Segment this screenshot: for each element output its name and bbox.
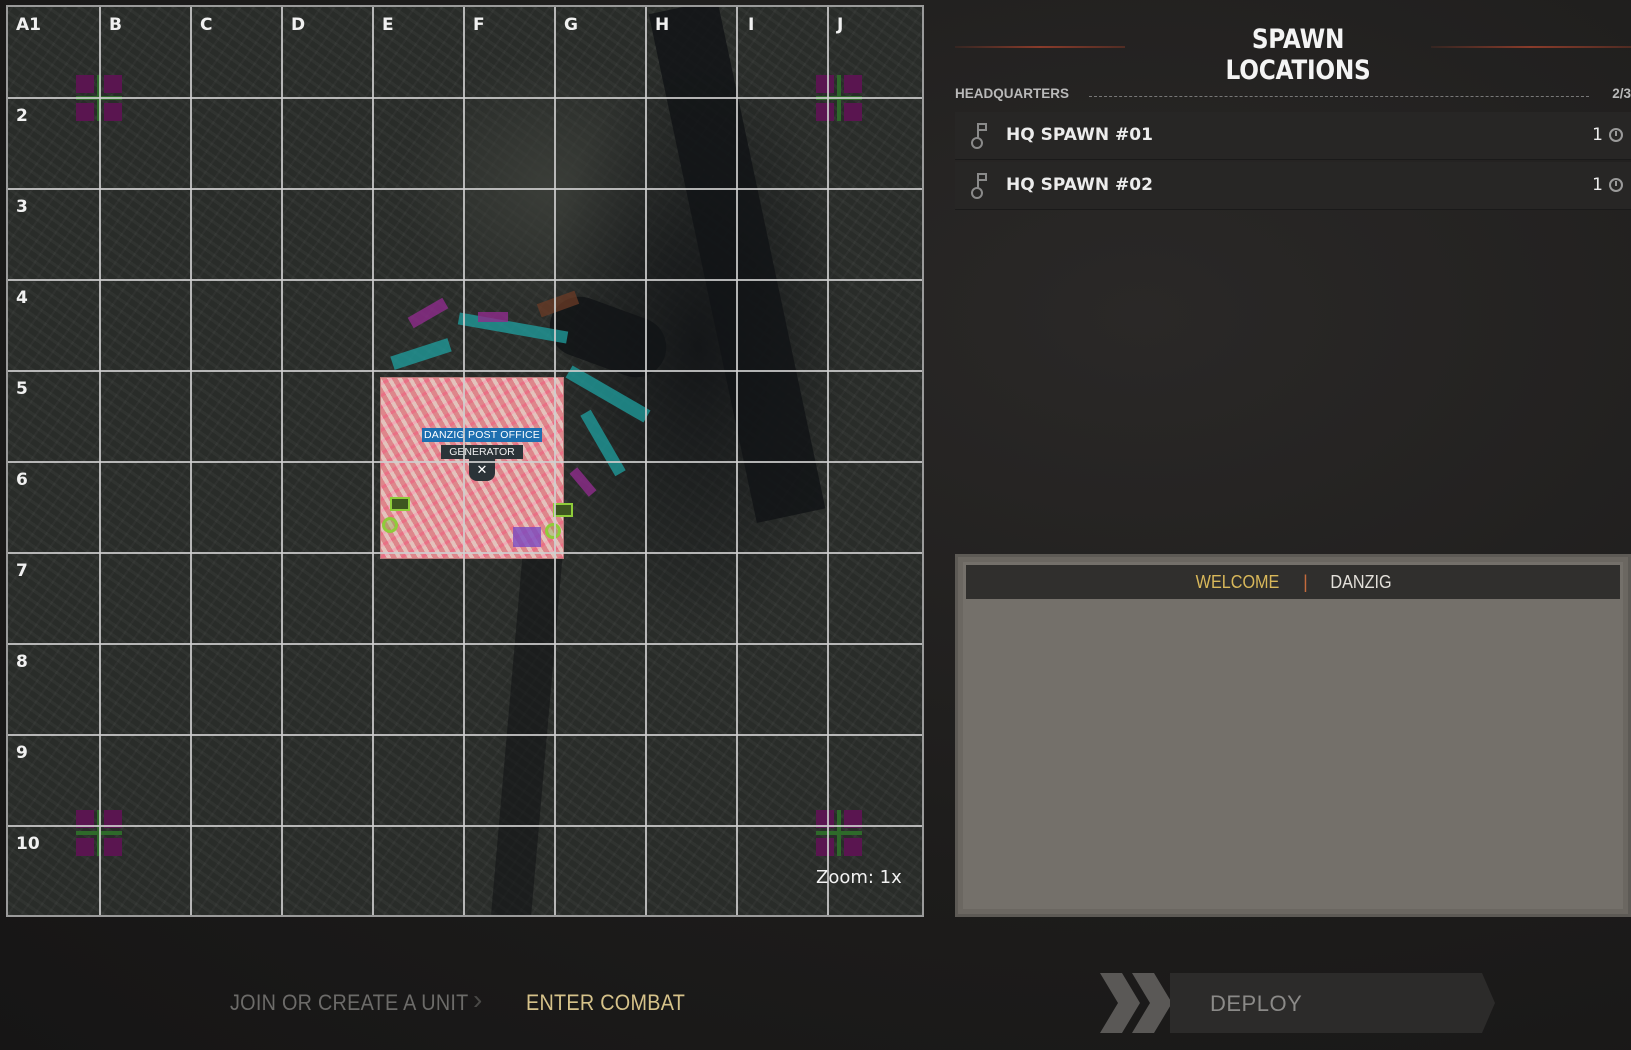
zone-teal bbox=[580, 409, 626, 477]
grid-row-label: 6 bbox=[16, 470, 28, 490]
header-rule-right bbox=[1431, 46, 1631, 48]
grid-row-label: 4 bbox=[16, 288, 28, 308]
spawn-point-icon[interactable] bbox=[382, 517, 398, 533]
grid-row-label: 10 bbox=[16, 834, 40, 854]
tab-danzig[interactable]: DANZIG bbox=[1330, 565, 1391, 599]
timer-icon bbox=[1609, 128, 1623, 142]
grid-column-label: C bbox=[200, 15, 213, 35]
spawn-count: 1 bbox=[1592, 175, 1603, 195]
grid-column-label: D bbox=[291, 15, 306, 35]
spawn-flag-icon bbox=[390, 497, 410, 511]
objective-label[interactable]: DANZIG POST OFFICE GENERATOR bbox=[422, 428, 542, 460]
zone-magenta bbox=[407, 297, 449, 329]
section-divider bbox=[1089, 96, 1589, 97]
grid-column-label: E bbox=[382, 15, 394, 35]
grid-row-label: 2 bbox=[16, 106, 28, 126]
grid-line bbox=[8, 370, 922, 372]
grid-line bbox=[8, 643, 922, 645]
grid-line bbox=[8, 825, 922, 827]
zone-purple bbox=[513, 527, 541, 547]
spawn-marker-icon bbox=[971, 123, 991, 149]
chevron-icon bbox=[1100, 973, 1140, 1033]
panel-header: SPAWN LOCATIONS bbox=[955, 24, 1631, 86]
grid-column-label: G bbox=[564, 15, 578, 35]
hq-marker-icon[interactable] bbox=[816, 810, 862, 856]
grid-row-label: 8 bbox=[16, 652, 28, 672]
objective-subtitle: GENERATOR bbox=[441, 445, 523, 459]
spawn-row-hq-02[interactable]: HQ SPAWN #02 1 bbox=[955, 162, 1631, 210]
tab-separator: | bbox=[1303, 572, 1308, 592]
grid-line bbox=[8, 461, 922, 463]
deploy-label: DEPLOY bbox=[1210, 991, 1303, 1016]
grid-column-label: B bbox=[109, 15, 122, 35]
grid-line bbox=[8, 279, 922, 281]
spawn-marker-icon bbox=[971, 173, 991, 199]
spawn-label: HQ SPAWN #01 bbox=[1006, 125, 1153, 145]
spawn-flag-icon bbox=[553, 503, 573, 517]
zone-magenta bbox=[478, 312, 508, 322]
welcome-panel: WELCOME | DANZIG bbox=[955, 554, 1631, 917]
grid-row-label: 5 bbox=[16, 379, 28, 399]
chevron-right-icon: › bbox=[473, 984, 483, 1015]
header-rule-left bbox=[955, 46, 1125, 48]
grid-line bbox=[8, 734, 922, 736]
grid-line bbox=[8, 552, 922, 554]
panel-title: SPAWN LOCATIONS bbox=[1225, 24, 1371, 86]
grid-line bbox=[8, 188, 922, 190]
grid-column-label: J bbox=[837, 15, 844, 35]
spawn-label: HQ SPAWN #02 bbox=[1006, 175, 1153, 195]
section-header: HEADQUARTERS 2/3 bbox=[955, 86, 1631, 106]
grid-row-label: 3 bbox=[16, 197, 28, 217]
step-enter-combat[interactable]: ENTER COMBAT bbox=[526, 990, 685, 1016]
tab-welcome[interactable]: WELCOME bbox=[1196, 565, 1280, 599]
grid-column-label: A1 bbox=[16, 15, 41, 35]
spawn-count: 1 bbox=[1592, 125, 1603, 145]
section-label: HEADQUARTERS bbox=[955, 86, 1070, 101]
welcome-tab-bar: WELCOME | DANZIG bbox=[966, 565, 1620, 599]
tactical-map[interactable]: DANZIG POST OFFICE GENERATOR ✕ A1 B C D … bbox=[6, 5, 924, 917]
grid-row-label: 9 bbox=[16, 743, 28, 763]
objective-name: DANZIG POST OFFICE bbox=[422, 428, 542, 442]
spawn-point-icon[interactable] bbox=[545, 523, 561, 539]
grid-column-label: F bbox=[473, 15, 485, 35]
zone-magenta bbox=[569, 467, 597, 497]
grid-column-label: I bbox=[748, 15, 755, 35]
deploy-button[interactable]: DEPLOY bbox=[1100, 973, 1510, 1033]
timer-icon bbox=[1609, 178, 1623, 192]
spawn-row-hq-01[interactable]: HQ SPAWN #01 1 bbox=[955, 112, 1631, 160]
zoom-readout: Zoom: 1x bbox=[816, 867, 902, 888]
grid-line bbox=[8, 97, 922, 99]
grid-row-label: 7 bbox=[16, 561, 28, 581]
grid-column-label: H bbox=[655, 15, 670, 35]
zone-teal bbox=[390, 338, 452, 370]
section-count: 2/3 bbox=[1612, 86, 1631, 101]
step-join-unit[interactable]: JOIN OR CREATE A UNIT bbox=[230, 990, 469, 1016]
